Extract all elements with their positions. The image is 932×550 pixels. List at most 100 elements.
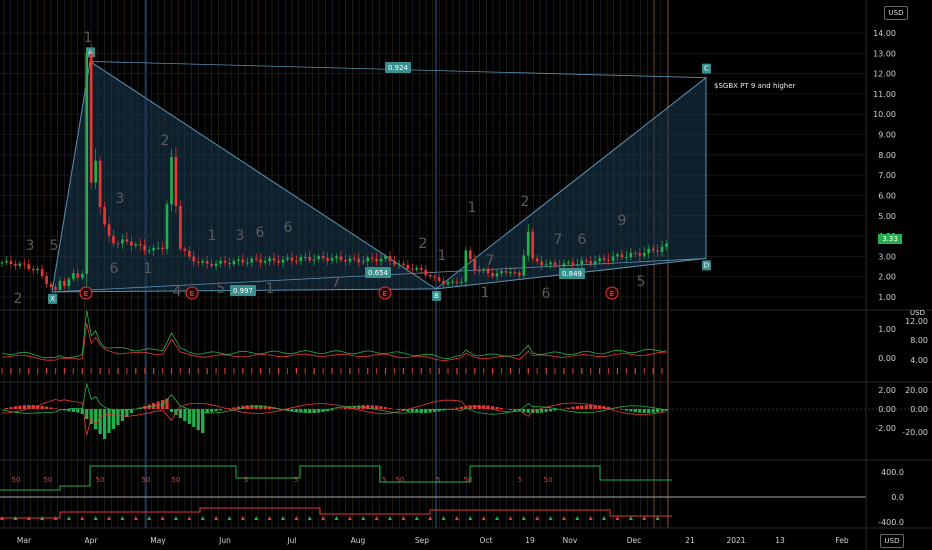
candle-body xyxy=(232,260,236,265)
candle-body xyxy=(125,239,129,242)
macd-histogram-bar xyxy=(633,409,637,413)
candle-body xyxy=(112,235,115,244)
wave-label: 4 xyxy=(173,284,182,300)
candle-body xyxy=(477,270,481,272)
candle-body xyxy=(223,260,227,263)
candle-body xyxy=(419,267,423,270)
signal-label: 5 xyxy=(436,476,440,484)
macd-histogram-bar xyxy=(120,409,125,421)
candle-body xyxy=(18,263,22,266)
candle-body xyxy=(602,258,606,260)
earnings-marker: E xyxy=(185,286,199,300)
candle-body xyxy=(531,231,535,259)
candle-body xyxy=(482,269,485,271)
wave-label: 6 xyxy=(578,232,587,248)
candle-body xyxy=(451,281,454,283)
candle-body xyxy=(40,268,44,277)
candle-body xyxy=(67,279,71,287)
macd-histogram-bar xyxy=(580,405,584,409)
y-tick-label: 3.00 xyxy=(878,252,896,261)
candle-body xyxy=(121,239,124,244)
candle-body xyxy=(379,258,383,262)
wave-label: 1 xyxy=(84,30,93,46)
x-tick-label: Jun xyxy=(218,536,231,545)
candle-body xyxy=(14,264,17,266)
wave-label: 7 xyxy=(554,232,563,248)
candle-body xyxy=(277,260,280,263)
y-tick-label: 7.00 xyxy=(878,171,896,180)
osc-right-tick: 8.00 xyxy=(910,336,928,345)
candle-body xyxy=(272,258,276,261)
macd-histogram-bar xyxy=(13,406,17,409)
candle-body xyxy=(593,261,597,264)
candle-body xyxy=(85,53,89,274)
x-tick-label: Apr xyxy=(85,536,99,545)
wave-label: 9 xyxy=(618,213,627,229)
macd-histogram-bar xyxy=(263,405,267,409)
candle-body xyxy=(344,259,347,262)
candle-body xyxy=(437,277,441,281)
pattern-point-label: D xyxy=(704,261,709,269)
currency-label-sub[interactable]: USD xyxy=(910,309,925,317)
signal-label: 5 xyxy=(382,476,386,484)
macd-histogram-bar xyxy=(388,408,392,409)
currency-label-main[interactable]: USD xyxy=(884,6,908,20)
pattern-ratio-tag: 0.924 xyxy=(385,62,411,73)
macd-histogram-bar xyxy=(629,409,633,412)
candle-body xyxy=(326,258,329,261)
macd-histogram-bar xyxy=(53,408,58,409)
y-tick-label: 10.00 xyxy=(873,110,896,119)
candle-body xyxy=(152,247,155,251)
macd-histogram-bar xyxy=(4,408,9,409)
candle-body xyxy=(321,256,325,259)
candle-body xyxy=(107,224,111,236)
candle-body xyxy=(165,204,169,250)
x-tick-label: Mar xyxy=(17,536,32,545)
candle-body xyxy=(170,156,173,205)
candle-body xyxy=(63,280,66,287)
candle-body xyxy=(174,156,178,207)
earnings-label: E xyxy=(190,290,194,298)
candle-body xyxy=(598,258,601,262)
candle-body xyxy=(179,206,182,249)
x-tick-label: 2021 xyxy=(726,536,745,545)
earnings-marker: E xyxy=(79,286,93,300)
macd-histogram-bar xyxy=(638,409,642,413)
candle-body xyxy=(134,244,138,246)
macd-histogram-bar xyxy=(76,409,80,413)
candle-body xyxy=(406,264,410,269)
candle-body xyxy=(665,243,668,247)
x-tick-label: 13 xyxy=(775,536,785,545)
macd-histogram-bar xyxy=(544,409,548,413)
candle-body xyxy=(308,257,312,261)
macd-histogram-bar xyxy=(491,406,495,409)
candle-body xyxy=(388,256,392,261)
osc-right-tick: 12.00 xyxy=(905,317,928,326)
macd-histogram-bar xyxy=(499,407,504,409)
candle-body xyxy=(500,270,503,274)
candle-body xyxy=(335,256,338,259)
currency-label-bottom[interactable]: USD xyxy=(880,534,904,548)
y-tick-label: 11.00 xyxy=(873,90,896,99)
macd-histogram-bar xyxy=(548,409,553,412)
candle-body xyxy=(544,264,548,266)
candle-body xyxy=(31,268,35,271)
candle-body xyxy=(330,258,334,261)
earnings-label: E xyxy=(383,290,387,298)
candle-body xyxy=(161,247,164,250)
candle-body xyxy=(214,263,218,267)
pattern-ratio-tag: 0.849 xyxy=(559,268,585,279)
macd-histogram-bar xyxy=(210,409,214,412)
macd-histogram-bar xyxy=(624,409,628,411)
candle-body xyxy=(72,273,75,280)
wave-label: 3 xyxy=(26,238,35,254)
macd-left-tick: 2.00 xyxy=(878,386,896,395)
candle-body xyxy=(259,259,262,263)
candle-body xyxy=(562,263,566,267)
pattern-ratio-tag: 0.997 xyxy=(230,285,256,296)
candle-body xyxy=(660,246,664,252)
wave-label: 1 xyxy=(266,281,275,297)
macd-histogram-bar xyxy=(526,409,530,413)
macd-histogram-bar xyxy=(187,409,191,424)
candle-body xyxy=(553,262,557,266)
